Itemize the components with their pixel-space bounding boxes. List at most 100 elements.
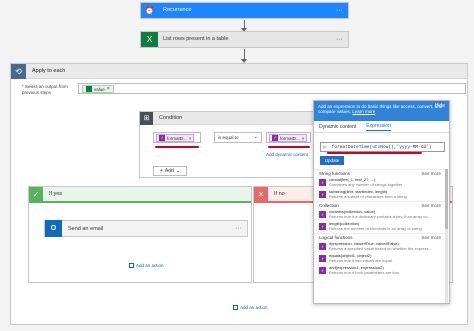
tab-dynamic-content[interactable]: Dynamic content	[319, 124, 356, 130]
function-text: contains(collection, value) Returns true …	[329, 210, 441, 220]
excel-icon: X	[141, 32, 158, 47]
check-icon: ✓	[29, 187, 43, 201]
function-text: if(expression, valueIfTrue, valueIfFalse…	[329, 242, 441, 252]
expression-input[interactable]: fx formatDateTime(utcNow(),'yyyy-MM-dd')	[320, 142, 445, 152]
function-text: substring(text, startIndex, length) Retur…	[329, 190, 441, 200]
fx-icon: f	[319, 191, 326, 198]
excel-icon	[86, 86, 92, 92]
fx-icon: f	[319, 267, 326, 274]
tab-expression[interactable]: Expression	[366, 123, 391, 131]
list-rows-more-button[interactable]: ···	[336, 32, 348, 47]
if-yes-branch: ✓ If yes O Send an email ··· Add an acti…	[28, 186, 252, 283]
outlook-icon: O	[45, 220, 62, 237]
flow-arrow	[241, 49, 247, 63]
see-more-link[interactable]: See more	[421, 203, 441, 208]
function-description: Combines any number of strings together	[329, 181, 403, 187]
list-rows-card[interactable]: X List rows present in a table ···	[140, 31, 349, 48]
function-description: Returns true if both parameters are true…	[329, 269, 401, 275]
operator-select[interactable]: is equal to ⌄	[214, 132, 262, 143]
function-description: Returns the number of elements in an arr…	[329, 225, 422, 231]
remove-token-icon[interactable]: ×	[189, 136, 192, 141]
add-action-icon	[129, 263, 134, 268]
condition-icon: ⊞	[140, 111, 153, 125]
function-item[interactable]: f equals(object1, object2) Returns true if…	[314, 253, 446, 265]
function-list: String functions See more f concat(text_1, …	[314, 169, 446, 277]
select-output-input[interactable]: value ×	[78, 83, 466, 94]
add-dynamic-content-link[interactable]: Add dynamic content	[266, 152, 308, 157]
function-item[interactable]: f length(collection) Returns the number of…	[314, 221, 446, 233]
section-title: String functions	[319, 171, 351, 176]
section-title: Logical functions	[319, 235, 353, 240]
function-item[interactable]: f concat(text_1, text_2?, ...) Combines an…	[314, 177, 446, 189]
apply-to-each-label: Apply to each	[32, 68, 66, 74]
recurrence-label: Recurrence	[158, 3, 336, 18]
learn-more-link[interactable]: Learn more	[352, 109, 375, 114]
fx-icon: f	[272, 135, 278, 141]
condition-right-operand[interactable]: f formatD... ×	[266, 132, 311, 143]
popup-description: Add an expression to do basic things lik…	[318, 104, 443, 114]
section-title: Collection	[319, 203, 339, 208]
expression-token-label: formatD...	[167, 135, 187, 141]
expression-token-label: formatD...	[280, 135, 300, 141]
if-yes-label: If yes	[49, 191, 63, 197]
add-button[interactable]: + Add ⌄	[153, 166, 187, 176]
function-text: concat(text_1, text_2?, ...) Combines any…	[329, 178, 441, 188]
add-action-label: Add an action	[240, 305, 268, 310]
clock-icon: ⏰	[141, 3, 158, 18]
fx-icon: f	[319, 255, 326, 262]
fx-icon: f	[319, 211, 326, 218]
value-token-label: value	[94, 86, 105, 92]
fx-icon: f	[159, 135, 165, 141]
hide-button[interactable]: Hide	[435, 104, 445, 109]
annotation-underline	[327, 152, 422, 154]
expression-token[interactable]: f formatD... ×	[156, 134, 195, 142]
apply-to-each-header[interactable]: ⟲ Apply to each	[11, 63, 467, 79]
function-description: Returns a subset of characters from a st…	[329, 193, 408, 199]
function-description: Returns a specified value based on wheth…	[329, 245, 432, 251]
remove-token-icon[interactable]: ×	[302, 136, 305, 141]
scrollbar-thumb[interactable]	[445, 169, 448, 229]
function-text: length(collection) Returns the number of …	[329, 222, 441, 232]
select-output-label: * Select an output from previous steps	[22, 84, 68, 95]
list-rows-label: List rows present in a table	[158, 32, 336, 47]
see-more-link[interactable]: See more	[421, 171, 441, 176]
send-email-card[interactable]: O Send an email ···	[44, 220, 248, 237]
function-section-header: String functions See more	[314, 169, 446, 177]
fx-icon: f	[319, 243, 326, 250]
condition-label: Condition	[159, 115, 183, 121]
function-item[interactable]: f and(expression1, expression2) Returns tr…	[314, 265, 446, 277]
function-item[interactable]: f contains(collection, value) Returns true…	[314, 209, 446, 221]
add-action-link[interactable]: Add an action	[233, 305, 268, 310]
update-button[interactable]: Update	[320, 156, 344, 165]
recurrence-more-button[interactable]: ···	[336, 3, 348, 18]
add-action-label: Add an action	[136, 263, 164, 268]
flow-arrow	[241, 20, 247, 32]
popup-header: Add an expression to do basic things lik…	[314, 101, 449, 121]
if-no-label: If no	[274, 191, 285, 197]
if-yes-header[interactable]: ✓ If yes	[29, 187, 251, 203]
fx-icon: f	[319, 223, 326, 230]
recurrence-card[interactable]: ⏰ Recurrence ···	[140, 2, 349, 19]
condition-left-operand[interactable]: f formatD... ×	[153, 132, 201, 143]
remove-token-icon[interactable]: ×	[107, 86, 110, 92]
function-item[interactable]: f substring(text, startIndex, length) Retu…	[314, 189, 446, 201]
function-item[interactable]: f if(expression, valueIfTrue, valueIfFals…	[314, 241, 446, 253]
function-text: and(expression1, expression2) Returns tru…	[329, 266, 441, 276]
chevron-down-icon: ⌄	[175, 168, 181, 174]
annotation-underline	[268, 146, 310, 148]
loop-icon: ⟲	[11, 63, 26, 79]
operator-value: is equal to	[218, 135, 239, 140]
value-token[interactable]: value ×	[82, 85, 114, 93]
add-button-label: Add	[164, 168, 174, 174]
expression-token[interactable]: f formatD... ×	[269, 134, 308, 142]
see-more-link[interactable]: See more	[421, 235, 441, 240]
expression-text: formatDateTime(utcNow(),'yyyy-MM-dd')	[331, 145, 432, 150]
add-action-link[interactable]: Add an action	[129, 263, 164, 268]
add-action-icon	[233, 305, 238, 310]
function-description: Returns true if two values are equal.	[329, 257, 394, 263]
send-email-more-button[interactable]: ···	[235, 225, 247, 232]
send-email-label: Send an email	[68, 225, 104, 232]
function-description: Returns true if a dictionary contains a …	[329, 213, 431, 219]
function-section-header: Logical functions See more	[314, 233, 446, 241]
popup-tabs: Dynamic content Expression	[314, 121, 449, 133]
